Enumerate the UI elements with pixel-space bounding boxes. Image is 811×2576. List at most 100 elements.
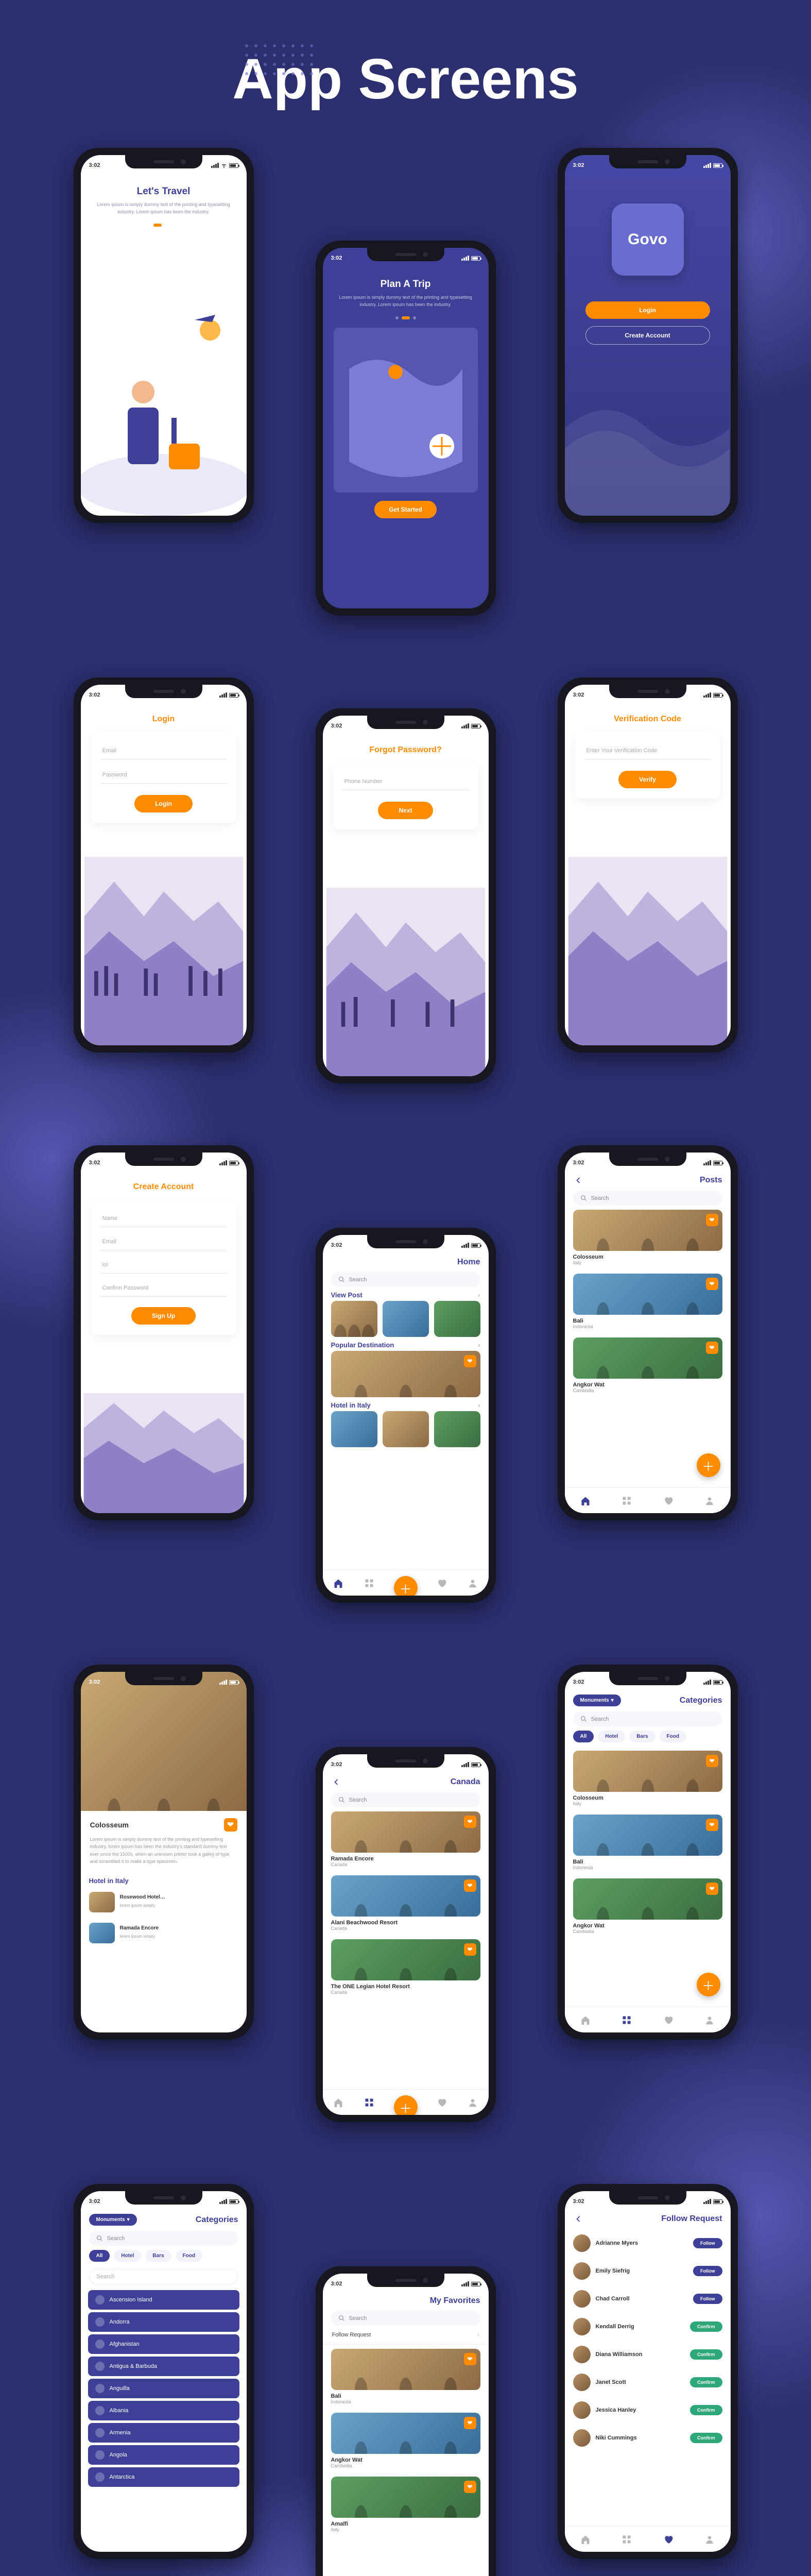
filter-chip[interactable]: Hotel — [598, 1731, 625, 1742]
back-icon[interactable] — [573, 1175, 583, 1185]
filter-chip[interactable]: Bars — [145, 2250, 171, 2262]
bookmark-icon[interactable]: ❤ — [706, 1883, 718, 1895]
country-item[interactable]: Armenia — [88, 2423, 239, 2443]
list-item[interactable]: ❤ Colosseum Italy — [565, 1206, 731, 1269]
list-item[interactable]: ❤ Angkor Wat Cambodia — [565, 1874, 731, 1938]
bookmark-icon[interactable]: ❤ — [464, 1943, 476, 1956]
fab-add[interactable]: ＋ — [697, 1453, 720, 1477]
list-item[interactable]: ❤ Amalfi Italy — [323, 2472, 489, 2536]
filter-chip[interactable]: All — [573, 1731, 594, 1742]
heart-icon[interactable] — [663, 1496, 674, 1506]
code-field[interactable] — [584, 742, 711, 759]
country-item[interactable]: Albania — [88, 2401, 239, 2420]
heart-icon[interactable] — [437, 1578, 447, 1588]
password-field[interactable] — [100, 1257, 227, 1274]
bookmark-icon[interactable]: ❤ — [706, 1214, 718, 1226]
home-icon[interactable] — [580, 2015, 591, 2025]
follow-button[interactable]: Follow — [693, 2238, 722, 2248]
email-field[interactable] — [100, 1233, 227, 1250]
user-icon[interactable] — [704, 1496, 715, 1506]
search-input[interactable]: Search — [331, 1792, 480, 1807]
heart-icon[interactable] — [437, 2097, 447, 2108]
chevron-right-icon[interactable]: › — [478, 1291, 480, 1299]
user-icon[interactable] — [704, 2015, 715, 2025]
hotel-row[interactable]: Rosewood Hotel… lorem ipsum simply — [81, 1887, 247, 1918]
chevron-right-icon[interactable]: › — [478, 1341, 480, 1349]
country-search-input[interactable]: Search — [89, 2269, 238, 2284]
email-field[interactable] — [100, 742, 227, 759]
confirm-password-field[interactable] — [100, 1280, 227, 1297]
post-hgrid[interactable] — [323, 1301, 489, 1337]
search-input[interactable]: Search — [331, 1272, 480, 1287]
bookmark-icon[interactable]: ❤ — [464, 2353, 476, 2365]
list-item[interactable]: ❤ Bali Indonesia — [565, 1810, 731, 1874]
fab-add[interactable]: ＋ — [394, 2095, 418, 2115]
password-field[interactable] — [100, 767, 227, 784]
grid-icon[interactable] — [364, 1578, 374, 1588]
search-input[interactable]: Search — [573, 1191, 722, 1206]
bookmark-icon[interactable]: ❤ — [464, 2481, 476, 2493]
category-pill[interactable]: Monuments ▾ — [573, 1694, 621, 1706]
grid-icon[interactable] — [622, 2015, 632, 2025]
grid-icon[interactable] — [622, 2534, 632, 2545]
next-button[interactable]: Next — [378, 802, 433, 819]
verify-button[interactable]: Verify — [618, 771, 677, 788]
country-item[interactable]: Afghanistan — [88, 2334, 239, 2354]
list-item[interactable]: ❤ Angkor Wat Cambodia — [565, 1333, 731, 1397]
list-item[interactable]: ❤ Angkor Wat Cambodia — [323, 2409, 489, 2472]
confirm-button[interactable]: Confirm — [690, 2377, 722, 2387]
bookmark-icon[interactable]: ❤ — [706, 1342, 718, 1354]
country-item[interactable]: Anguilla — [88, 2379, 239, 2398]
user-icon[interactable] — [468, 2097, 478, 2108]
confirm-button[interactable]: Confirm — [690, 2433, 722, 2443]
filter-chip[interactable]: Food — [176, 2250, 202, 2262]
country-item[interactable]: Ascension Island — [88, 2290, 239, 2310]
home-icon[interactable] — [333, 2097, 343, 2108]
bookmark-icon[interactable]: ❤ — [706, 1278, 718, 1290]
popular-card[interactable]: ❤ — [331, 1351, 480, 1397]
search-input[interactable]: Search — [573, 1711, 722, 1726]
bookmark-icon[interactable]: ❤ — [706, 1819, 718, 1831]
create-account-button[interactable]: Create Account — [585, 326, 710, 345]
home-icon[interactable] — [333, 1578, 343, 1588]
bookmark-icon[interactable]: ❤ — [224, 1818, 237, 1832]
grid-icon[interactable] — [364, 2097, 374, 2108]
back-icon[interactable] — [331, 1777, 341, 1787]
list-item[interactable]: ❤ Colosseum Italy — [565, 1747, 731, 1810]
bookmark-icon[interactable]: ❤ — [464, 2417, 476, 2429]
bookmark-icon[interactable]: ❤ — [464, 1816, 476, 1828]
country-item[interactable]: Antigua & Barbuda — [88, 2357, 239, 2376]
bookmark-icon[interactable]: ❤ — [464, 1355, 476, 1367]
country-item[interactable]: Antarctica — [88, 2467, 239, 2487]
list-item[interactable]: ❤ Bali Indonesia — [565, 1269, 731, 1333]
login-button[interactable]: Login — [585, 301, 710, 319]
user-icon[interactable] — [704, 2534, 715, 2545]
home-icon[interactable] — [580, 2534, 591, 2545]
home-icon[interactable] — [580, 1496, 591, 1506]
grid-icon[interactable] — [622, 1496, 632, 1506]
hotel-row[interactable]: Ramada Encore lorem ipsum simply — [81, 1918, 247, 1948]
confirm-button[interactable]: Confirm — [690, 2349, 722, 2360]
follow-request-row[interactable]: Follow Request› — [323, 2326, 489, 2345]
bookmark-icon[interactable]: ❤ — [464, 1879, 476, 1892]
search-input[interactable]: Search — [89, 2231, 238, 2246]
signup-button[interactable]: Sign Up — [131, 1307, 196, 1325]
back-icon[interactable] — [573, 2214, 583, 2224]
list-item[interactable]: ❤ Bali Indonesia — [323, 2345, 489, 2409]
get-started-button[interactable]: Get Started — [374, 501, 437, 518]
country-item[interactable]: Angola — [88, 2445, 239, 2465]
confirm-button[interactable]: Confirm — [690, 2321, 722, 2332]
filter-chip[interactable]: All — [89, 2250, 110, 2262]
filter-chip[interactable]: Food — [660, 1731, 686, 1742]
list-item[interactable]: ❤ Ramada Encore Canada — [323, 1807, 489, 1871]
list-item[interactable]: ❤ The ONE Legian Hotel Resort Canada — [323, 1935, 489, 1999]
filter-chip[interactable]: Hotel — [114, 2250, 141, 2262]
hotels-hgrid[interactable] — [323, 1411, 489, 1447]
fab-add[interactable]: ＋ — [697, 1973, 720, 1996]
user-icon[interactable] — [468, 1578, 478, 1588]
heart-icon[interactable] — [663, 2534, 674, 2545]
bookmark-icon[interactable]: ❤ — [706, 1755, 718, 1767]
follow-button[interactable]: Follow — [693, 2266, 722, 2276]
login-submit-button[interactable]: Login — [134, 795, 193, 812]
heart-icon[interactable] — [663, 2015, 674, 2025]
